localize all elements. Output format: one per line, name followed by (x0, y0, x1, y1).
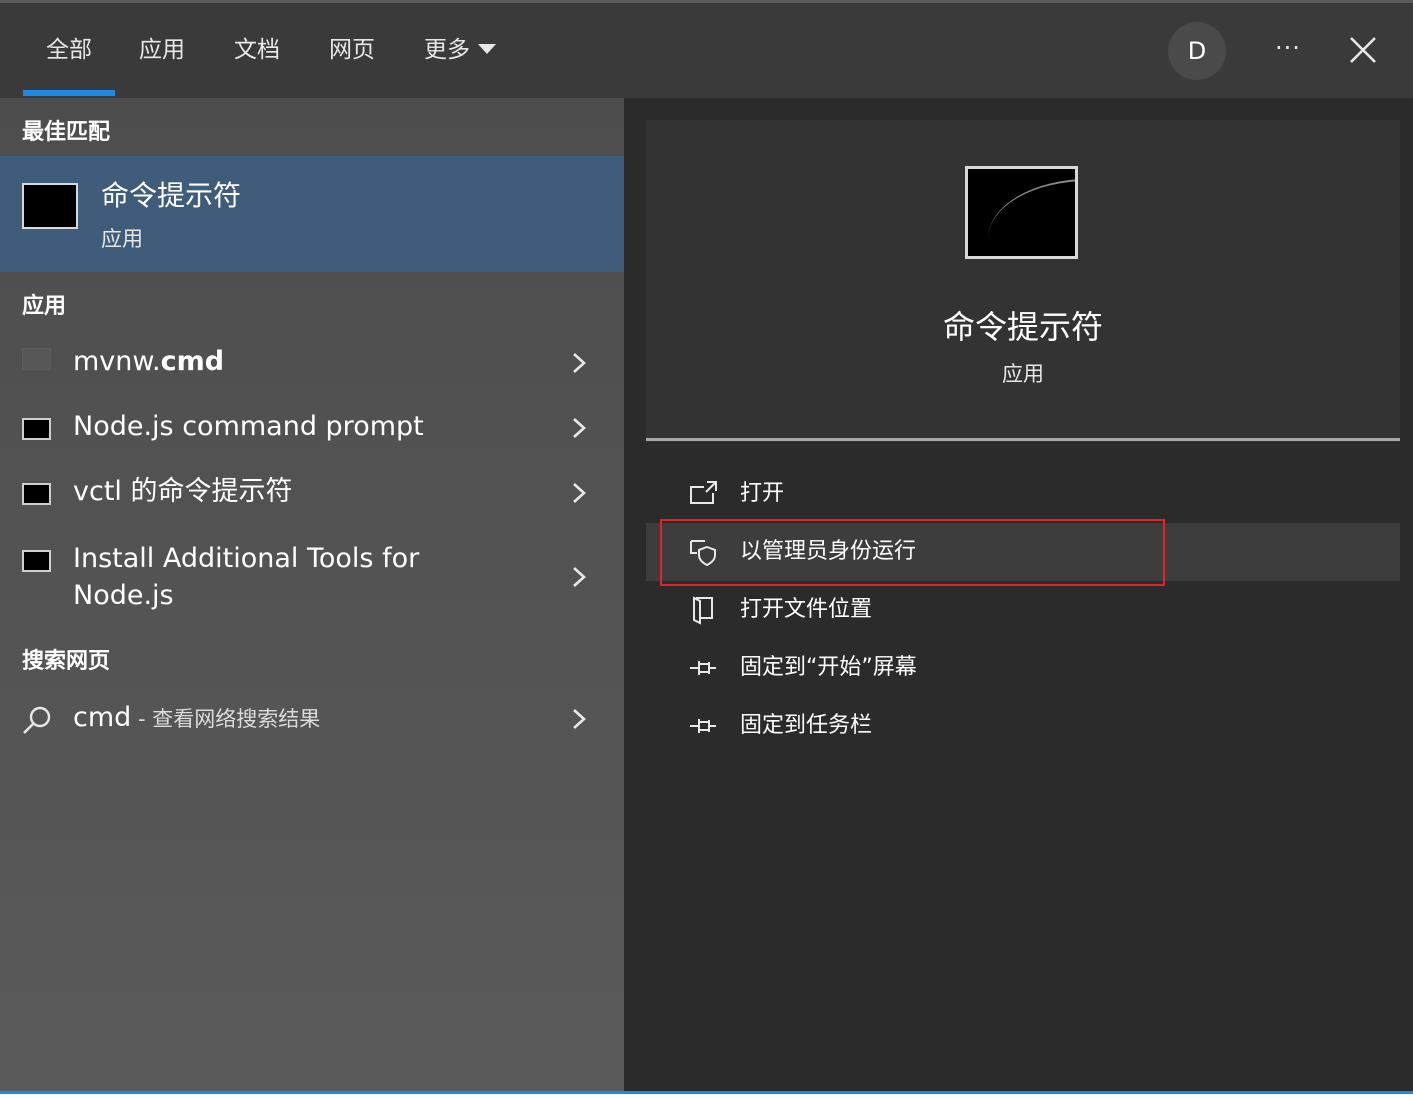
list-item-mvnw[interactable]: mvnw.cmd (0, 338, 624, 394)
action-pin-to-taskbar[interactable]: 固定到任务栏 (646, 697, 1400, 755)
list-item-nodejs-prompt[interactable]: Node.js command prompt (0, 403, 624, 459)
terminal-icon (22, 418, 51, 440)
list-item-label-line2: Node.js (73, 580, 174, 611)
terminal-icon (22, 483, 51, 505)
preview-header: 命令提示符 应用 (646, 120, 1400, 442)
action-label: 固定到“开始”屏幕 (740, 655, 917, 680)
pin-icon (688, 653, 718, 683)
best-match-title: 命令提示符 (101, 179, 242, 212)
close-icon[interactable] (1343, 30, 1383, 70)
results-panel: 最佳匹配 命令提示符 应用 应用 mvnw.cmd Node.js comman… (0, 98, 624, 1091)
list-item-vctl-prompt[interactable]: vctl 的命令提示符 (0, 468, 624, 524)
best-match-item[interactable]: 命令提示符 应用 (0, 156, 624, 272)
more-options-icon[interactable]: ··· (1268, 28, 1308, 68)
terminal-icon (22, 183, 78, 229)
chevron-right-icon (568, 352, 590, 374)
list-item-label-line1: Install Additional Tools for (73, 543, 420, 574)
chevron-right-icon (568, 708, 590, 730)
preview-subtitle: 应用 (1002, 362, 1044, 386)
action-label: 固定到任务栏 (740, 713, 873, 738)
search-icon (20, 704, 54, 738)
terminal-icon (22, 550, 51, 572)
folder-icon (688, 595, 718, 625)
tab-more[interactable]: 更多 (424, 32, 496, 68)
action-pin-to-start[interactable]: 固定到“开始”屏幕 (646, 639, 1400, 697)
tab-all[interactable]: 全部 (46, 32, 92, 68)
chevron-right-icon (568, 417, 590, 439)
action-open[interactable]: 打开 (646, 465, 1400, 523)
best-match-header: 最佳匹配 (22, 120, 111, 145)
preview-panel: 命令提示符 应用 打开 以管理员身份运行 打开文件位置 固定到“开始”屏幕 固定… (646, 120, 1400, 1091)
action-label: 打开文件位置 (740, 597, 873, 622)
apps-header: 应用 (22, 294, 67, 319)
caret-down-icon (478, 43, 496, 54)
list-item-label: vctl 的命令提示符 (73, 476, 293, 507)
list-item-web-search[interactable]: cmd - 查看网络搜索结果 (0, 694, 624, 750)
terminal-icon (965, 166, 1078, 259)
pin-icon (688, 711, 718, 741)
active-tab-indicator (23, 90, 115, 96)
list-item-label: cmd - 查看网络搜索结果 (73, 702, 321, 733)
avatar[interactable]: D (1168, 22, 1226, 80)
tab-apps[interactable]: 应用 (139, 32, 185, 68)
chevron-right-icon (568, 482, 590, 504)
action-label: 打开 (740, 481, 785, 506)
tab-documents[interactable]: 文档 (234, 32, 280, 68)
list-item-label: Node.js command prompt (73, 411, 424, 442)
search-filter-bar: 全部 应用 文档 网页 更多 D ··· (0, 0, 1413, 98)
taskbar-accent-line (0, 1091, 1413, 1094)
action-label: 以管理员身份运行 (740, 539, 917, 564)
tab-more-label: 更多 (424, 37, 470, 63)
web-search-header: 搜索网页 (22, 649, 111, 674)
divider (646, 438, 1400, 441)
action-open-file-location[interactable]: 打开文件位置 (646, 581, 1400, 639)
blank-icon (22, 348, 51, 370)
chevron-right-icon (568, 566, 590, 588)
open-icon (688, 479, 718, 509)
window-edge (0, 0, 1413, 3)
action-run-as-admin[interactable]: 以管理员身份运行 (646, 523, 1400, 581)
list-item-node-tools[interactable]: Install Additional Tools for Node.js (0, 535, 624, 619)
preview-title: 命令提示符 (942, 308, 1103, 346)
best-match-subtitle: 应用 (101, 227, 143, 251)
list-item-label: mvnw.cmd (73, 346, 225, 377)
shield-icon (688, 537, 718, 567)
tab-web[interactable]: 网页 (329, 32, 375, 68)
